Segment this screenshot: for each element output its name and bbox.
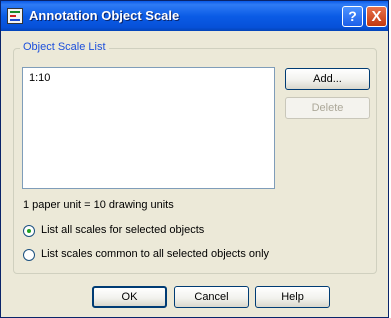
window-title: Annotation Object Scale <box>29 8 180 23</box>
list-item[interactable]: 1:10 <box>29 72 50 84</box>
radio-common-scales[interactable] <box>23 249 35 261</box>
object-scale-listbox[interactable]: 1:10 <box>22 67 275 189</box>
radio-all-scales[interactable] <box>23 225 35 237</box>
option-all-scales-label: List all scales for selected objects <box>41 224 205 236</box>
cancel-button[interactable]: Cancel <box>174 286 249 308</box>
annotation-object-scale-dialog: Annotation Object Scale ? X Object Scale… <box>0 0 389 318</box>
scale-info-text: 1 paper unit = 10 drawing units <box>23 199 174 211</box>
close-icon: X <box>371 8 382 25</box>
ok-button[interactable]: OK <box>92 286 167 308</box>
question-icon: ? <box>348 8 357 24</box>
option-common-scales-label: List scales common to all selected objec… <box>41 248 270 260</box>
close-button[interactable]: X <box>366 6 387 27</box>
radio-selected-dot <box>27 229 31 233</box>
add-button[interactable]: Add... <box>285 68 370 90</box>
help-button[interactable]: Help <box>255 286 330 308</box>
title-bar[interactable]: Annotation Object Scale ? X <box>1 1 388 31</box>
delete-button[interactable]: Delete <box>285 97 370 119</box>
groupbox-legend: Object Scale List <box>20 41 109 53</box>
help-title-button[interactable]: ? <box>342 6 363 27</box>
app-icon <box>7 8 23 24</box>
